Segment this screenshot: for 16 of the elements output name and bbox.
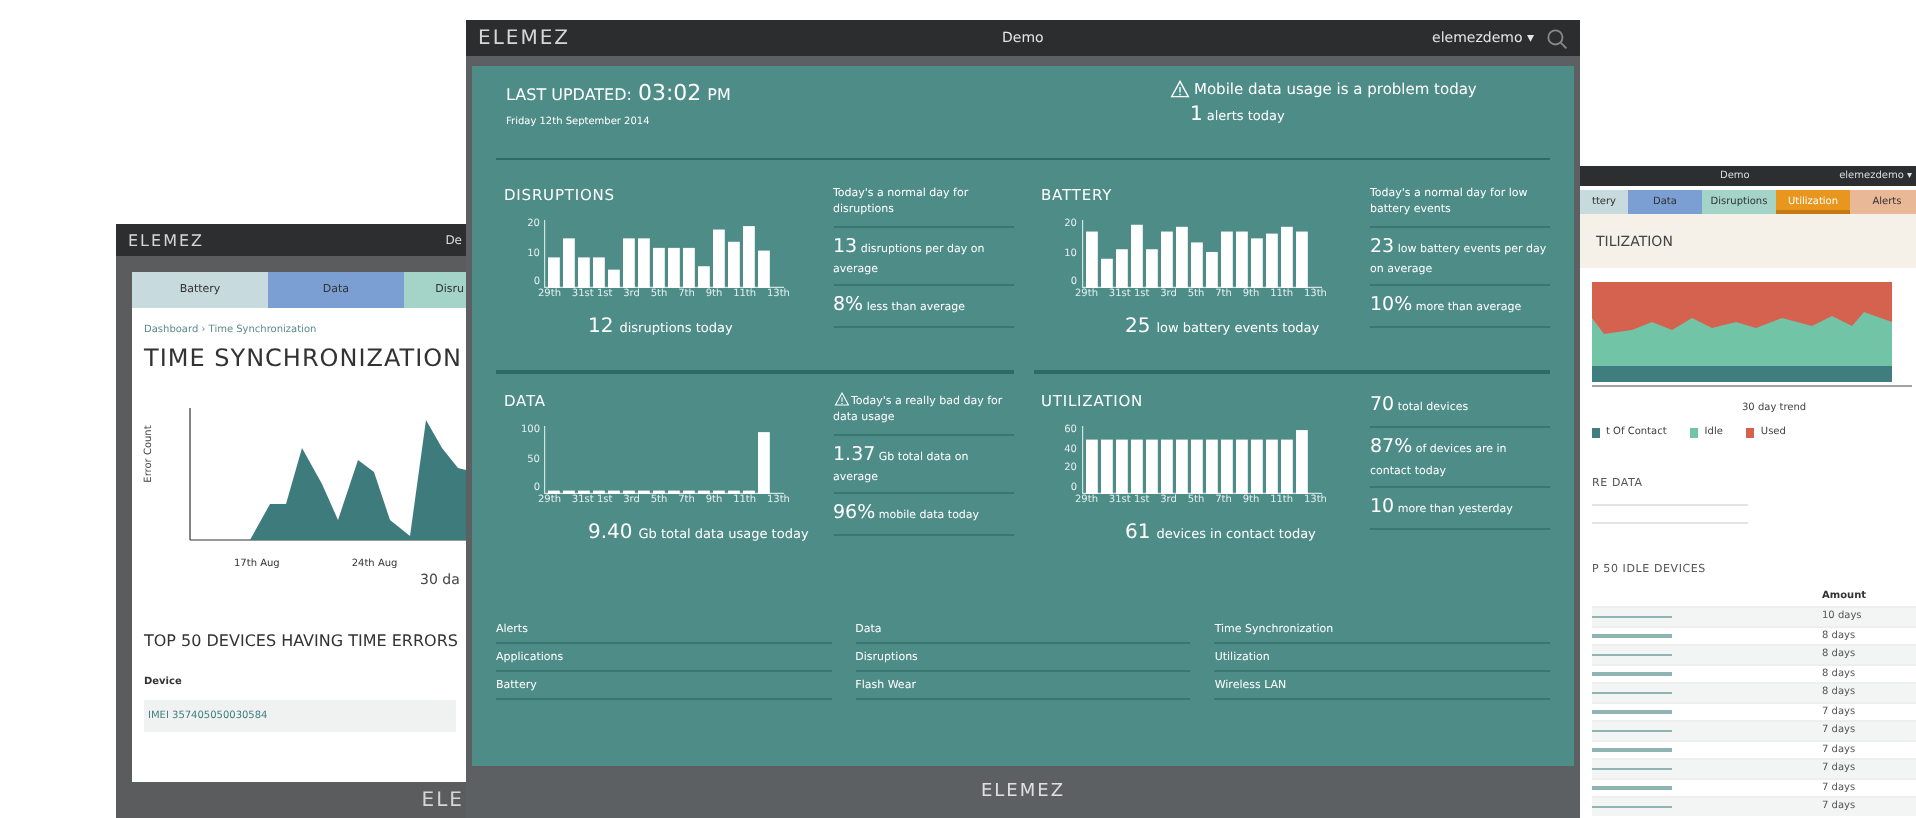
search-icon[interactable] xyxy=(1546,27,1568,49)
total-value: 25 xyxy=(1125,316,1151,338)
total-value: 12 xyxy=(588,316,614,338)
total-value: 61 xyxy=(1125,522,1151,544)
label: LAST UPDATED: xyxy=(506,86,632,104)
warning-icon xyxy=(1170,80,1190,98)
brand-logo: ELEMEZ xyxy=(478,27,571,49)
total-value: 9.40 xyxy=(588,522,633,544)
brand-logo: ELE xyxy=(421,789,464,811)
label: PM xyxy=(707,86,731,104)
section-title: TOP 50 DEVICES HAVING TIME ERRORS xyxy=(144,632,456,650)
brand-logo: ELEMEZ xyxy=(980,782,1065,802)
time-value: 03:02 xyxy=(637,80,702,106)
brand-logo: ELEMEZ xyxy=(128,231,205,249)
page-heading: TIME SYNCHRONIZATION xyxy=(144,344,456,372)
alert-count: 1 xyxy=(1190,104,1203,126)
